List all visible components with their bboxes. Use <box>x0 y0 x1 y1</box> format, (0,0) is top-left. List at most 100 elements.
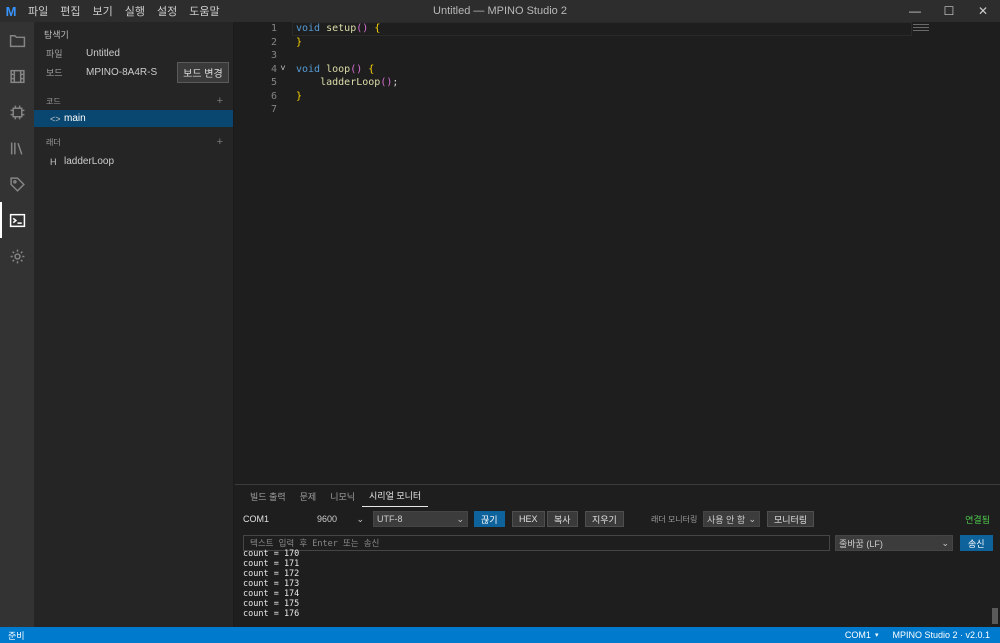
output-scrollbar[interactable] <box>992 608 998 624</box>
output-line: count = 174 <box>243 589 300 599</box>
window-controls: — ☐ ✕ <box>898 0 1000 22</box>
encoding-select[interactable]: UTF-8 ⌄ <box>373 511 468 527</box>
serial-activity[interactable] <box>0 202 34 238</box>
close-button[interactable]: ✕ <box>966 0 1000 22</box>
line-number: 7 <box>270 104 277 116</box>
output-line: count = 172 <box>243 569 300 579</box>
code-section-header: 코드 + <box>34 92 233 110</box>
connection-status-wrap: 연결됨 <box>965 511 990 527</box>
add-code-button[interactable]: + <box>217 95 223 107</box>
output-line: count = 175 <box>243 599 300 609</box>
settings-activity[interactable] <box>0 238 34 274</box>
bottom-panel: 빌드 출력 문제 니모닉 시리얼 모니터 COM1 9600 ⌄ UTF-8 ⌄ 끊… <box>235 484 1000 627</box>
encoding-select-wrap: UTF-8 ⌄ <box>373 511 468 527</box>
chevron-down-icon: ⌄ <box>748 513 756 524</box>
file-name: Untitled <box>86 47 120 59</box>
send-button[interactable]: 송신 <box>960 535 993 551</box>
tag-icon <box>9 176 25 192</box>
baud-select-wrap: 9600 ⌄ <box>313 511 368 527</box>
status-port[interactable]: COM1 <box>845 630 875 640</box>
menu-help[interactable]: 도움말 <box>183 3 225 19</box>
add-ladder-button[interactable]: + <box>217 136 223 148</box>
explorer-sidebar: 탐색기 파일 Untitled 보드 MPINO-8A4R-S 보드 변경 코드… <box>34 22 234 627</box>
tab-mnemonic[interactable]: 니모닉 <box>323 490 362 507</box>
code-line: 2 } <box>235 36 1000 50</box>
encoding-value: UTF-8 <box>377 514 403 524</box>
menu-settings[interactable]: 설정 <box>151 3 183 19</box>
panel-tabs: 빌드 출력 문제 니모닉 시리얼 모니터 <box>235 485 1000 507</box>
file-label: 파일 <box>46 48 63 59</box>
copy-button[interactable]: 복사 <box>547 511 578 527</box>
ladder-item-label: ladderLoop <box>64 156 115 167</box>
media-activity[interactable] <box>0 58 34 94</box>
menu-bar: 파일 편집 보기 실행 설정 도움말 <box>22 3 226 19</box>
code-line: 3 <box>235 49 1000 63</box>
code-icon: <> <box>50 113 61 124</box>
serial-input-wrap: 텍스트 입력 후 Enter 또는 송신 <box>243 535 830 551</box>
library-icon <box>10 142 22 155</box>
monitoring-button[interactable]: 모니터링 <box>767 511 815 527</box>
title-bar: M 파일 편집 보기 실행 설정 도움말 Untitled — MPINO St… <box>0 0 1000 22</box>
chevron-down-icon: ⌄ <box>356 513 364 524</box>
maximize-button[interactable]: ☐ <box>932 0 966 22</box>
baud-value: 9600 <box>317 514 338 524</box>
film-icon <box>9 69 25 83</box>
board-label: 보드 <box>46 67 63 78</box>
line-ending-value: 줄바꿈 (LF) <box>839 538 883 549</box>
tab-build-output[interactable]: 빌드 출력 <box>243 490 293 507</box>
line-number: 5 <box>270 77 277 89</box>
code-editor[interactable]: 1 void setup() { 2 } 3 4 ˅ void loop() { … <box>235 22 1000 484</box>
ladder-section-header: 래더 + <box>34 133 233 151</box>
board-activity[interactable] <box>0 94 34 130</box>
output-line: count = 170 <box>243 549 300 559</box>
status-bar: 준비 COM1 ▾ MPINO Studio 2 · v2.0.1 <box>0 627 1000 643</box>
gear-icon <box>10 249 24 263</box>
line-ending-select[interactable]: 줄바꿈 (LF) ⌄ <box>835 535 953 551</box>
menu-edit[interactable]: 편집 <box>54 3 86 19</box>
menu-file[interactable]: 파일 <box>22 3 54 19</box>
ladder-item-ladderloop[interactable]: H ladderLoop <box>34 153 233 170</box>
disconnect-button[interactable]: 끊기 <box>474 511 505 527</box>
clear-button[interactable]: 지우기 <box>585 511 624 527</box>
menu-run[interactable]: 실행 <box>119 3 151 19</box>
serial-input[interactable]: 텍스트 입력 후 Enter 또는 송신 <box>243 535 830 551</box>
output-line: count = 171 <box>243 559 300 569</box>
ladder-section-label: 래더 <box>46 137 61 147</box>
tag-activity[interactable] <box>0 166 34 202</box>
copy-wrap: 복사 <box>547 511 578 527</box>
caret-down-icon: ▾ <box>874 632 879 639</box>
code-line: 5 ladderLoop(); <box>235 76 1000 90</box>
code-item-main[interactable]: <> main <box>34 110 233 127</box>
line-number: 4 <box>270 63 277 75</box>
status-version: MPINO Studio 2 · v2.0.1 <box>892 630 990 640</box>
baud-select[interactable]: 9600 ⌄ <box>313 511 368 527</box>
file-property: 파일 Untitled <box>34 44 233 62</box>
ladder-monitor-select[interactable]: 사용 안 함 ⌄ <box>703 511 760 527</box>
code-line: 1 void setup() { <box>235 22 1000 36</box>
explorer-activity[interactable] <box>0 22 34 58</box>
folder-icon <box>9 34 25 47</box>
port-label: COM1 <box>243 514 270 524</box>
monitor-wrap: 모니터링 <box>767 511 815 527</box>
library-activity[interactable] <box>0 130 34 166</box>
ladder-monitor-value: 사용 안 함 <box>707 514 746 525</box>
menu-view[interactable]: 보기 <box>87 3 119 19</box>
sidebar-title: 탐색기 <box>44 30 69 40</box>
code-line: 6 } <box>235 90 1000 104</box>
chevron-down-icon: ⌄ <box>456 513 464 524</box>
tab-problems[interactable]: 문제 <box>293 490 324 507</box>
line-number: 6 <box>270 90 277 102</box>
code-section-label: 코드 <box>46 96 61 106</box>
status-ready: 준비 <box>8 630 25 641</box>
ladder-monitor-label-wrap: 래더 모니터링 <box>651 511 697 527</box>
hex-button[interactable]: HEX <box>512 511 545 527</box>
disconnect-wrap: 끊기 <box>474 511 505 527</box>
chip-icon <box>10 105 24 119</box>
line-number: 1 <box>270 23 277 35</box>
serial-output: count = 170 count = 171 count = 172 coun… <box>243 549 300 619</box>
tab-serial-monitor[interactable]: 시리얼 모니터 <box>362 489 429 507</box>
minimize-button[interactable]: — <box>898 0 932 22</box>
board-name: MPINO-8A4R-S <box>86 66 158 78</box>
fold-chevron-icon[interactable]: ˅ <box>277 64 289 74</box>
change-board-button[interactable]: 보드 변경 <box>177 61 229 83</box>
